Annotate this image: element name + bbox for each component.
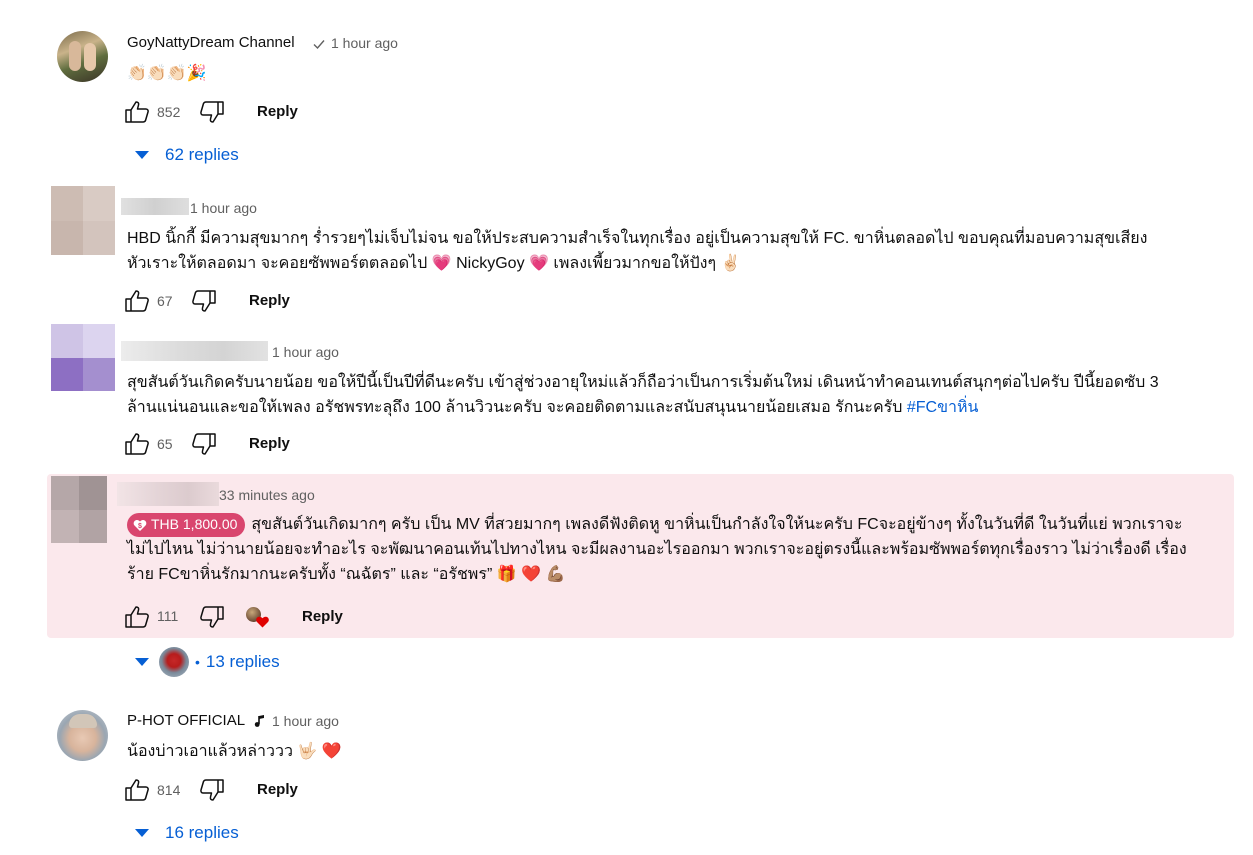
svg-text:$: $ — [138, 523, 142, 530]
music-note-icon — [254, 714, 266, 728]
view-replies-button[interactable]: 16 replies — [135, 823, 239, 843]
view-replies-button[interactable]: • 13 replies — [135, 647, 280, 677]
redacted-author-name[interactable] — [121, 341, 268, 361]
reply-button[interactable]: Reply — [302, 608, 343, 625]
dislike-icon[interactable] — [199, 605, 225, 629]
creator-reply-avatar — [159, 647, 189, 677]
comment-body: สุขสันต์วันเกิดมากๆ ครับ เป็น MV ที่สวยม… — [127, 516, 1187, 583]
comment-text: 👏🏻👏🏻👏🏻🎉 — [127, 65, 207, 82]
avatar[interactable] — [51, 186, 115, 255]
dollar-heart-icon: $ — [133, 519, 147, 531]
comment-timestamp[interactable]: 1 hour ago — [331, 35, 398, 51]
like-icon[interactable] — [124, 605, 150, 629]
avatar[interactable] — [51, 324, 115, 391]
comment-body: สุขสันต์วันเกิดครับนายน้อย ขอให้ปีนี้เป็… — [127, 374, 1159, 416]
dislike-icon[interactable] — [199, 778, 225, 802]
caret-down-icon — [135, 151, 149, 159]
verified-check-icon — [312, 37, 326, 51]
comment-text: HBD นิ้กกี้ มีความสุขมากๆ ร่ำรวยๆไม่เจ็บ… — [127, 230, 1148, 272]
view-replies-button[interactable]: 62 replies — [135, 145, 239, 165]
like-count: 67 — [157, 293, 173, 309]
reply-button[interactable]: Reply — [249, 292, 290, 309]
comment-author[interactable]: GoyNattyDream Channel — [127, 34, 295, 51]
redacted-author-name[interactable] — [121, 198, 189, 215]
replies-count: 62 replies — [165, 145, 239, 164]
avatar[interactable] — [57, 31, 108, 82]
like-count: 65 — [157, 436, 173, 452]
reply-button[interactable]: Reply — [257, 103, 298, 120]
comment-timestamp[interactable]: 33 minutes ago — [219, 487, 315, 503]
like-count: 814 — [157, 782, 181, 798]
comment-timestamp[interactable]: 1 hour ago — [190, 200, 257, 216]
comment-timestamp[interactable]: 1 hour ago — [272, 344, 339, 360]
like-count: 852 — [157, 104, 181, 120]
replies-count: 16 replies — [165, 823, 239, 842]
like-icon[interactable] — [124, 432, 150, 456]
super-thanks-badge: $ THB 1,800.00 — [127, 512, 246, 537]
like-icon[interactable] — [124, 289, 150, 313]
creator-heart-icon — [246, 607, 270, 631]
hashtag-link[interactable]: #FCขาหิ่น — [907, 399, 979, 416]
dislike-icon[interactable] — [191, 289, 217, 313]
separator-dot: • — [195, 654, 200, 670]
reply-button[interactable]: Reply — [249, 435, 290, 452]
caret-down-icon — [135, 658, 149, 666]
replies-count: 13 replies — [205, 652, 280, 671]
dislike-icon[interactable] — [191, 432, 217, 456]
comment-author[interactable]: P-HOT OFFICIAL — [127, 712, 245, 729]
caret-down-icon — [135, 829, 149, 837]
comment-text: $ THB 1,800.00 สุขสันต์วันเกิดมากๆ ครับ … — [127, 512, 1187, 587]
comment-text: สุขสันต์วันเกิดครับนายน้อย ขอให้ปีนี้เป็… — [127, 370, 1187, 420]
reply-button[interactable]: Reply — [257, 781, 298, 798]
like-icon[interactable] — [124, 778, 150, 802]
dislike-icon[interactable] — [199, 100, 225, 124]
like-icon[interactable] — [124, 100, 150, 124]
super-thanks-amount: THB 1,800.00 — [151, 516, 238, 533]
avatar[interactable] — [51, 476, 107, 543]
avatar[interactable] — [57, 710, 108, 761]
comment-timestamp[interactable]: 1 hour ago — [272, 713, 339, 729]
redacted-author-name[interactable] — [117, 482, 219, 506]
comment-text: น้องบ่าวเอาแล้วหล่าววว 🤟🏻 ❤️ — [127, 743, 342, 760]
like-count: 111 — [157, 608, 179, 624]
